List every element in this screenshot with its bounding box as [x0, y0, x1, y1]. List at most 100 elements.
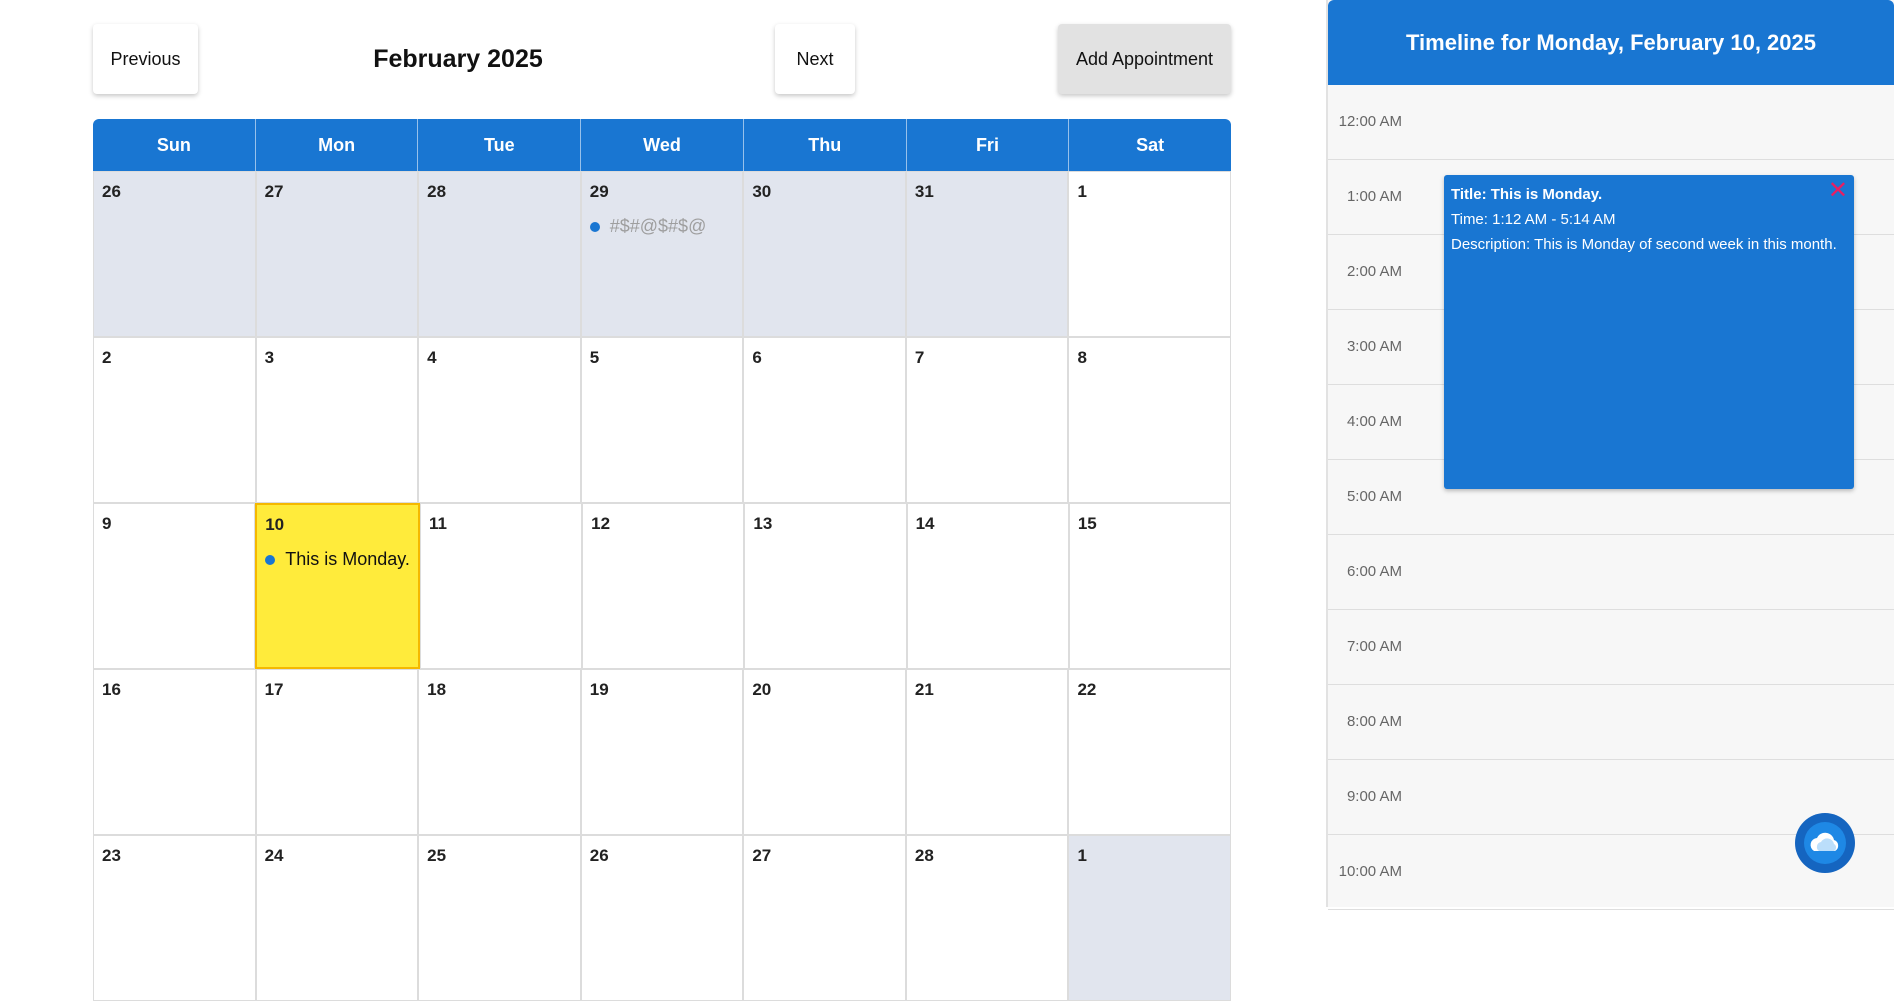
weekday-sun: Sun [93, 119, 256, 171]
day-cell[interactable]: 14 [906, 503, 1069, 669]
day-number: 12 [591, 514, 611, 533]
timeline-slot[interactable]: 8:00 AM [1328, 685, 1894, 760]
close-icon[interactable]: ✕ [1828, 179, 1848, 203]
appointment-title: Title: This is Monday. [1451, 186, 1603, 203]
day-cell[interactable]: 18 [418, 669, 581, 835]
weekday-mon: Mon [256, 119, 419, 171]
slot-time-label: 7:00 AM [1346, 638, 1402, 655]
event-label: #$#@$#$@ [609, 216, 707, 236]
day-cell[interactable]: 16 [93, 669, 256, 835]
day-cell[interactable]: 20 [743, 669, 906, 835]
day-cell[interactable]: 30 [743, 171, 906, 337]
day-cell[interactable]: 8 [1068, 337, 1232, 503]
week-row: 9 10 This is Monday. 11 12 13 14 15 [93, 503, 1232, 669]
day-number: 19 [589, 680, 609, 699]
timeline-slot[interactable]: 7:00 AM [1328, 610, 1894, 685]
day-cell[interactable]: 7 [905, 337, 1069, 503]
day-number: 11 [428, 514, 447, 533]
day-cell[interactable]: 11 [419, 503, 583, 669]
day-number: 21 [914, 680, 934, 699]
weekday-thu: Thu [744, 119, 907, 171]
day-number: 27 [752, 846, 772, 865]
day-cell[interactable]: 3 [255, 337, 419, 503]
day-cell[interactable]: 25 [418, 835, 581, 1001]
day-cell[interactable]: 29 #$#@$#$@ [580, 171, 744, 337]
timeline-panel: Timeline for Monday, February 10, 2025 1… [1326, 0, 1894, 910]
appointment-card[interactable]: Title: This is Monday. Time: 1:12 AM - 5… [1444, 175, 1854, 489]
day-cell[interactable]: 27 [743, 835, 906, 1001]
day-number: 25 [427, 846, 447, 865]
day-cell[interactable]: 24 [255, 835, 419, 1001]
day-number: 28 [427, 182, 447, 201]
slot-time-label: 2:00 AM [1346, 263, 1402, 280]
week-row: 16 17 18 19 20 21 22 [93, 669, 1232, 835]
day-number: 7 [914, 348, 925, 367]
day-cell[interactable]: 2 [93, 337, 256, 503]
calendar-header: Previous February 2025 Next Add Appointm… [93, 24, 1231, 94]
day-cell[interactable]: 22 [1068, 669, 1232, 835]
timeline-slot[interactable]: 12:00 AM [1328, 85, 1894, 160]
cloud-assistant-button[interactable] [1795, 813, 1855, 873]
day-cell[interactable]: 4 [418, 337, 581, 503]
day-number: 30 [752, 182, 772, 201]
day-cell[interactable]: 28 [418, 171, 581, 337]
day-number: 1 [1077, 182, 1087, 201]
day-cell[interactable]: 15 [1068, 503, 1232, 669]
day-number: 26 [102, 182, 121, 201]
day-number: 13 [753, 514, 773, 533]
day-cell[interactable]: 1 [1068, 835, 1232, 1001]
day-number: 8 [1077, 348, 1087, 367]
day-cell[interactable]: 28 [905, 835, 1069, 1001]
day-number: 31 [914, 182, 934, 201]
calendar-event[interactable]: This is Monday. [265, 549, 410, 570]
day-number: 10 [265, 515, 285, 534]
weekday-header-row: Sun Mon Tue Wed Thu Fri Sat [93, 119, 1231, 171]
slot-time-label: 10:00 AM [1338, 863, 1402, 880]
day-number: 17 [264, 680, 284, 699]
day-number: 15 [1077, 514, 1097, 533]
day-cell[interactable]: 26 [93, 171, 256, 337]
day-cell[interactable]: 21 [905, 669, 1069, 835]
day-cell[interactable]: 31 [905, 171, 1069, 337]
week-row: 23 24 25 26 27 28 1 [93, 835, 1232, 1001]
cloud-icon [1804, 822, 1846, 864]
day-number: 14 [915, 514, 935, 533]
day-cell[interactable]: 9 [93, 503, 256, 669]
day-cell[interactable]: 26 [580, 835, 744, 1001]
day-cell[interactable]: 17 [255, 669, 419, 835]
timeline-slots: 12:00 AM 1:00 AM 2:00 AM 3:00 AM 4:00 AM 5:00… [1328, 85, 1894, 910]
day-cell-selected[interactable]: 10 This is Monday. [255, 503, 420, 669]
day-cell[interactable]: 12 [582, 503, 745, 669]
day-cell[interactable]: 23 [93, 835, 256, 1001]
day-number: 20 [752, 680, 772, 699]
day-number: 28 [914, 846, 934, 865]
slot-time-label: 12:00 AM [1338, 113, 1402, 130]
calendar-grid: Sun Mon Tue Wed Thu Fri Sat 26 27 28 29 #$#@$#$@ 30… [93, 119, 1232, 1001]
appointment-description: Description: This is Monday of second we… [1451, 236, 1837, 253]
calendar-event[interactable]: #$#@$#$@ [589, 216, 735, 237]
day-number: 27 [264, 182, 284, 201]
day-cell[interactable]: 27 [255, 171, 419, 337]
event-dot-icon [589, 221, 600, 232]
day-cell[interactable]: 1 [1068, 171, 1232, 337]
day-cell[interactable]: 6 [743, 337, 906, 503]
event-label: This is Monday. [285, 549, 410, 569]
day-cell[interactable]: 13 [744, 503, 907, 669]
weekday-wed: Wed [581, 119, 744, 171]
slot-time-label: 5:00 AM [1346, 488, 1402, 505]
day-number: 4 [427, 348, 437, 367]
event-dot-icon [265, 554, 276, 565]
day-number: 24 [264, 846, 284, 865]
previous-button[interactable]: Previous [93, 24, 198, 94]
day-number: 26 [589, 846, 609, 865]
timeline-slot[interactable]: 6:00 AM [1328, 535, 1894, 610]
day-number: 2 [102, 348, 112, 367]
add-appointment-button[interactable]: Add Appointment [1058, 24, 1231, 94]
day-number: 3 [264, 348, 275, 367]
next-button[interactable]: Next [775, 24, 855, 94]
day-cell[interactable]: 5 [580, 337, 744, 503]
slot-time-label: 4:00 AM [1346, 413, 1402, 430]
day-number: 22 [1077, 680, 1097, 699]
week-row: 2 3 4 5 6 7 8 [93, 337, 1232, 503]
day-cell[interactable]: 19 [580, 669, 744, 835]
